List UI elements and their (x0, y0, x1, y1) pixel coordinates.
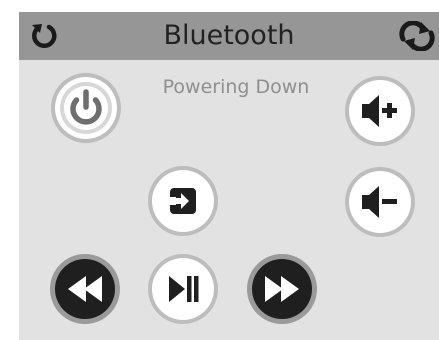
power-button[interactable] (51, 73, 121, 143)
fast-forward-icon (252, 259, 312, 319)
input-icon (152, 170, 214, 232)
volume-down-icon (349, 171, 411, 233)
input-source-button[interactable] (148, 166, 218, 236)
rewind-button[interactable] (50, 254, 120, 324)
bluetooth-panel: Bluetooth Powering Down (19, 12, 439, 340)
power-icon (55, 77, 117, 139)
play-pause-icon (152, 258, 214, 320)
sync-icon[interactable] (397, 20, 439, 55)
page-title: Bluetooth (163, 20, 295, 51)
fast-forward-button[interactable] (247, 254, 317, 324)
header-bar: Bluetooth (19, 12, 439, 60)
rewind-icon (55, 259, 115, 319)
volume-up-icon (349, 80, 411, 142)
volume-down-button[interactable] (345, 167, 415, 237)
status-text: Powering Down (162, 76, 310, 98)
rotate-icon[interactable] (29, 21, 59, 55)
volume-up-button[interactable] (345, 76, 415, 146)
play-pause-button[interactable] (148, 254, 218, 324)
